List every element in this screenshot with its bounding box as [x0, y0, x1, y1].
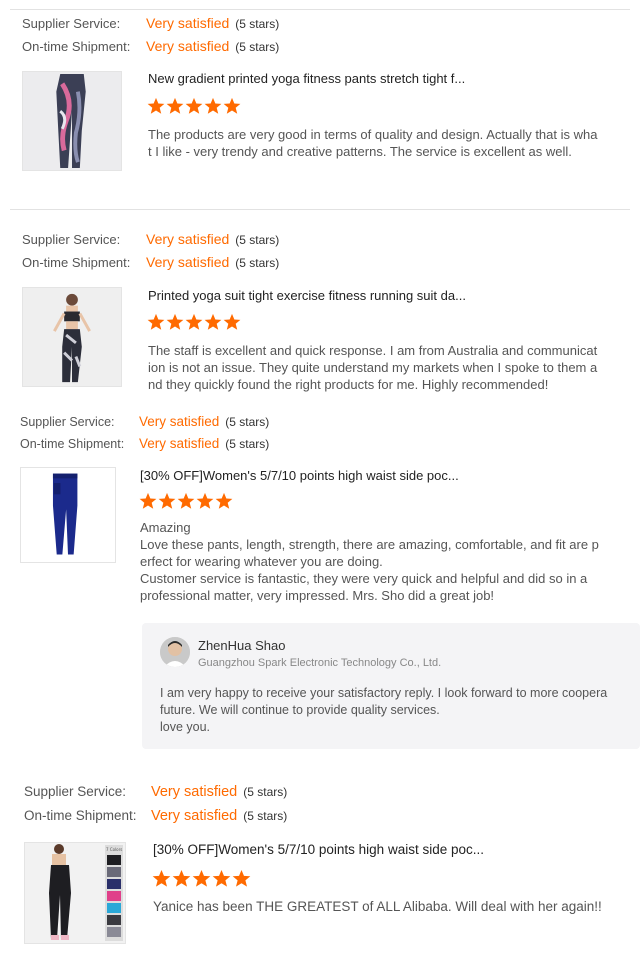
shipment-row: On-time Shipment: Very satisfied (5 stars) — [22, 254, 279, 270]
star-icon — [204, 97, 222, 114]
star-icon — [192, 869, 211, 887]
shipment-label: On-time Shipment: — [20, 437, 125, 451]
review-text-line: Customer service is fantastic, they were… — [140, 571, 588, 586]
star-icon — [185, 97, 203, 114]
avatar-portrait — [160, 637, 190, 667]
shipment-value: Very satisfied — [139, 436, 220, 451]
review-text-line: The staff is excellent and quick respons… — [148, 343, 598, 358]
product-thumbnail[interactable] — [22, 71, 122, 171]
supplier-reply: ZhenHua Shao Guangzhou Spark Electronic … — [142, 623, 640, 749]
star-icon — [152, 869, 171, 887]
product-thumbnail[interactable] — [22, 287, 122, 387]
supplier-service-stars-note: (5 stars) — [225, 415, 270, 429]
top-divider — [10, 9, 630, 10]
shipment-row: On-time Shipment: Very satisfied (5 stars) — [20, 436, 269, 451]
star-icon — [147, 97, 165, 114]
supplier-service-label: Supplier Service: — [22, 232, 121, 247]
supplier-service-row: Supplier Service: Very satisfied (5 stars) — [22, 231, 279, 247]
star-icon — [223, 97, 241, 114]
reply-text: I am very happy to receive your satisfac… — [160, 685, 607, 736]
product-title-link[interactable]: New gradient printed yoga fitness pants … — [148, 71, 618, 86]
supplier-service-value: Very satisfied — [146, 231, 230, 247]
star-icon — [196, 492, 214, 509]
star-icon — [215, 492, 233, 509]
star-icon — [158, 492, 176, 509]
shipment-label: On-time Shipment: — [22, 255, 131, 270]
supplier-service-label: Supplier Service: — [24, 784, 127, 799]
supplier-service-row: Supplier Service: Very satisfied (5 stars) — [24, 784, 287, 800]
review-star-rating — [152, 869, 251, 888]
colors-badge: 7 Colors — [106, 847, 122, 852]
star-icon — [232, 869, 251, 887]
shipment-row: On-time Shipment: Very satisfied (5 stars) — [22, 38, 279, 54]
yoga-suit-image — [23, 288, 121, 386]
star-icon — [166, 97, 184, 114]
reply-text-line: future. We will continue to provide qual… — [160, 703, 440, 717]
star-icon — [166, 313, 184, 330]
shipment-stars-note: (5 stars) — [243, 809, 288, 823]
star-icon — [139, 492, 157, 509]
shipment-stars-note: (5 stars) — [235, 40, 280, 54]
reply-text-line: love you. — [160, 720, 211, 734]
shipment-label: On-time Shipment: — [22, 39, 131, 54]
review-text-line: Amazing — [140, 520, 191, 535]
review-star-rating — [147, 313, 241, 331]
review-text-line: Yanice has been THE GREATEST of ALL Alib… — [153, 899, 602, 914]
review-star-rating — [147, 97, 241, 115]
black-leggings-colors-image: 7 Colors — [25, 843, 125, 943]
product-title-link[interactable]: [30% OFF]Women's 5/7/10 points high wais… — [140, 468, 610, 483]
replier-company: Guangzhou Spark Electronic Technology Co… — [198, 657, 442, 669]
shipment-stars-note: (5 stars) — [225, 437, 270, 451]
supplier-service-row: Supplier Service: Very satisfied (5 stars) — [20, 414, 269, 429]
star-icon — [172, 869, 191, 887]
review-text: Yanice has been THE GREATEST of ALL Alib… — [153, 898, 602, 915]
replier-name: ZhenHua Shao — [198, 638, 286, 653]
product-title-link[interactable]: [30% OFF]Women's 5/7/10 points high wais… — [153, 842, 623, 857]
review-text-line: Love these pants, length, strength, ther… — [140, 537, 599, 552]
star-icon — [204, 313, 222, 330]
yoga-pants-image — [23, 72, 121, 170]
shipment-value: Very satisfied — [146, 38, 230, 54]
product-title-link[interactable]: Printed yoga suit tight exercise fitness… — [148, 288, 618, 303]
star-icon — [212, 869, 231, 887]
shipment-value: Very satisfied — [151, 808, 238, 824]
reply-text-line: I am very happy to receive your satisfac… — [160, 686, 608, 700]
review-text-line: ion is not an issue. They quite understa… — [148, 360, 598, 375]
review-text: The products are very good in terms of q… — [148, 126, 597, 160]
supplier-service-stars-note: (5 stars) — [235, 17, 280, 31]
review-text-line: t I like - very trendy and creative patt… — [148, 144, 572, 159]
review-text-line: professional matter, very impressed. Mrs… — [140, 588, 495, 603]
product-thumbnail[interactable] — [20, 467, 116, 563]
supplier-service-stars-note: (5 stars) — [243, 785, 288, 799]
shipment-stars-note: (5 stars) — [235, 256, 280, 270]
review-text-line: nd they quickly found the right products… — [148, 377, 549, 392]
review-divider — [10, 209, 630, 210]
supplier-service-value: Very satisfied — [146, 15, 230, 31]
supplier-service-stars-note: (5 stars) — [235, 233, 280, 247]
supplier-service-value: Very satisfied — [139, 414, 220, 429]
supplier-service-label: Supplier Service: — [22, 16, 121, 31]
star-icon — [147, 313, 165, 330]
star-icon — [185, 313, 203, 330]
review-text-line: erfect for wearing whatever you are doin… — [140, 554, 383, 569]
review-text-line: The products are very good in terms of q… — [148, 127, 598, 142]
review-text: Amazing Love these pants, length, streng… — [140, 519, 599, 604]
supplier-service-label: Supplier Service: — [20, 415, 115, 429]
blue-leggings-image — [21, 468, 115, 562]
shipment-value: Very satisfied — [146, 254, 230, 270]
review-star-rating — [139, 492, 233, 510]
avatar — [160, 637, 190, 667]
supplier-service-value: Very satisfied — [151, 784, 238, 800]
supplier-service-row: Supplier Service: Very satisfied (5 stars) — [22, 15, 279, 31]
star-icon — [223, 313, 241, 330]
product-thumbnail[interactable]: 7 Colors — [24, 842, 126, 944]
shipment-row: On-time Shipment: Very satisfied (5 stars) — [24, 808, 287, 824]
shipment-label: On-time Shipment: — [24, 808, 137, 823]
review-text: The staff is excellent and quick respons… — [148, 342, 597, 393]
star-icon — [177, 492, 195, 509]
